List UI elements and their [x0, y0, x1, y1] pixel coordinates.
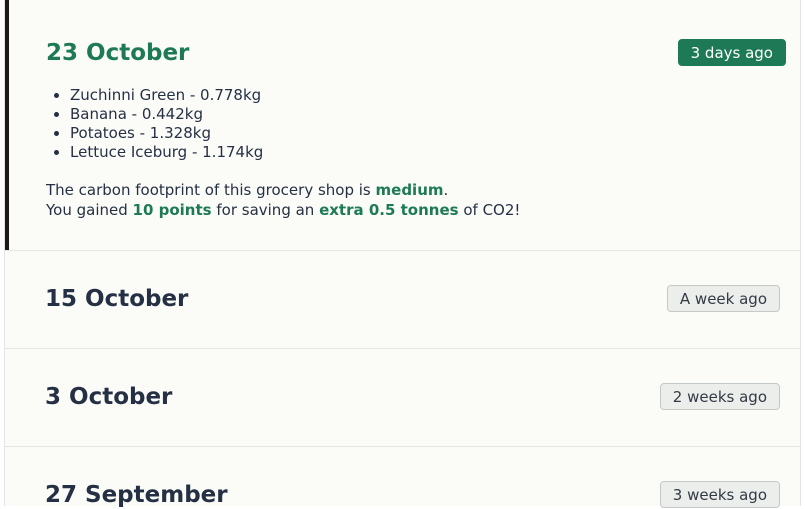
list-item: Banana - 0.442kg [70, 105, 263, 124]
shop-age-badge: 2 weeks ago [659, 383, 780, 410]
shop-age-badge: A week ago [666, 285, 780, 312]
shop-date: 27 September [45, 482, 228, 508]
saving-value: extra 0.5 tonnes [319, 201, 459, 219]
points-middle-text: for saving an [211, 201, 320, 219]
shop-items-list: Zuchinni Green - 0.778kg Banana - 0.442k… [46, 86, 263, 162]
shop-date: 23 October [46, 40, 190, 66]
shop-card[interactable]: 15 October A week ago [5, 250, 800, 349]
footprint-level: medium [375, 181, 444, 199]
list-item: Lettuce Iceburg - 1.174kg [70, 143, 263, 162]
grocery-shop-list: 23 October 3 days ago Zuchinni Green - 0… [4, 0, 801, 508]
shop-card[interactable]: 27 September 3 weeks ago [5, 446, 800, 508]
points-suffix: of CO2! [458, 201, 521, 219]
points-value: 10 points [132, 201, 212, 219]
footprint-suffix: . [443, 181, 449, 199]
list-item: Zuchinni Green - 0.778kg [70, 86, 263, 105]
shop-card-expanded[interactable]: 23 October 3 days ago Zuchinni Green - 0… [5, 0, 800, 251]
shop-date: 15 October [45, 286, 189, 312]
shop-age-badge: 3 weeks ago [659, 481, 780, 508]
shop-card[interactable]: 3 October 2 weeks ago [5, 348, 800, 447]
shop-summary: The carbon footprint of this grocery sho… [46, 180, 520, 220]
list-item: Potatoes - 1.328kg [70, 124, 263, 143]
shop-age-badge: 3 days ago [677, 39, 786, 66]
footprint-text: The carbon footprint of this grocery sho… [46, 181, 376, 199]
points-text: You gained [46, 201, 133, 219]
shop-date: 3 October [45, 384, 173, 410]
